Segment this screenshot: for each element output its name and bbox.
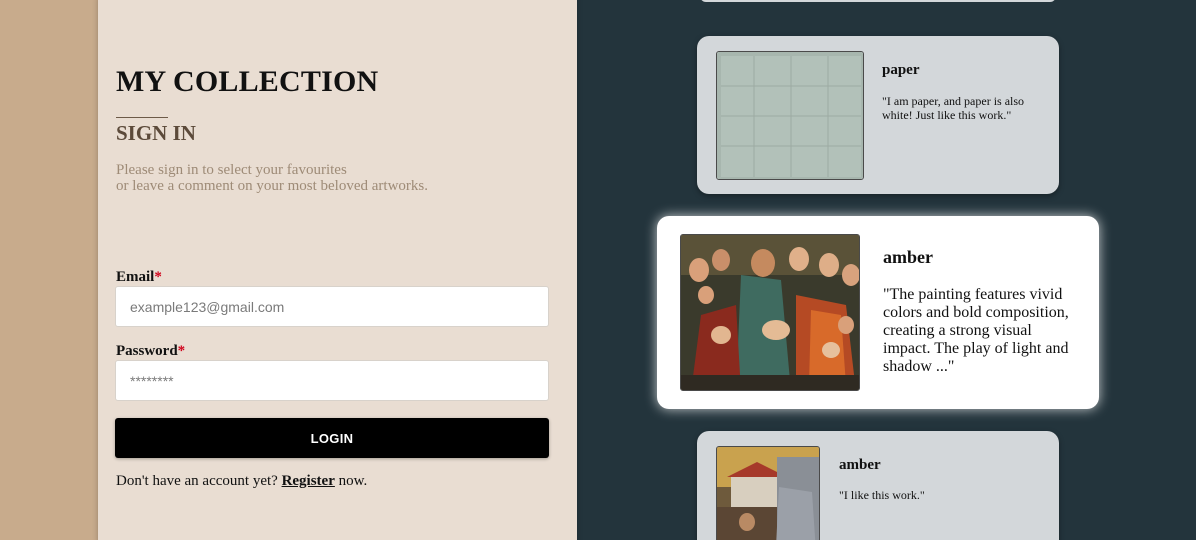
sign-in-heading: SIGN IN: [116, 121, 196, 145]
email-field[interactable]: [115, 286, 549, 327]
password-field[interactable]: [115, 360, 549, 401]
previous-comment-card-edge[interactable]: [700, 0, 1056, 2]
comment-username: paper: [882, 62, 920, 78]
comment-username: amber: [883, 247, 933, 267]
login-button[interactable]: LOGIN: [115, 418, 549, 458]
painting-image: [717, 447, 819, 540]
left-background-strip: [0, 0, 98, 540]
description-line-1: Please sign in to select your favourites: [116, 162, 347, 178]
artwork-thumbnail-white-paper[interactable]: [716, 51, 864, 180]
paper-image: [717, 52, 863, 179]
register-prompt: Don't have an account yet? Register now.: [116, 473, 368, 489]
required-marker: *: [154, 269, 162, 285]
comment-card-active[interactable]: amber "The painting features vivid color…: [657, 216, 1099, 409]
page-title: MY COLLECTION: [116, 65, 379, 98]
sign-in-description: Please sign in to select your favourites…: [116, 162, 536, 194]
comment-username: amber: [839, 457, 881, 473]
login-panel: MY COLLECTION SIGN IN Please sign in to …: [98, 0, 577, 540]
comment-text: "I am paper, and paper is also white! Ju…: [882, 94, 1025, 122]
email-label: Email*: [116, 269, 162, 285]
artwork-thumbnail-christ-blessing-children[interactable]: [680, 234, 860, 391]
comment-text: "I like this work.": [839, 488, 925, 502]
title-divider: [116, 117, 168, 118]
artwork-thumbnail-street-scene[interactable]: [716, 446, 820, 540]
comment-card[interactable]: paper "I am paper, and paper is also whi…: [697, 36, 1059, 194]
password-label: Password*: [116, 343, 186, 359]
register-link[interactable]: Register: [282, 473, 335, 489]
description-line-2: or leave a comment on your most beloved …: [116, 178, 428, 194]
comment-text: "The painting features vivid colors and …: [883, 286, 1069, 375]
comment-card[interactable]: amber "I like this work.": [697, 431, 1059, 540]
required-marker: *: [177, 343, 186, 359]
painting-image: [681, 235, 859, 390]
